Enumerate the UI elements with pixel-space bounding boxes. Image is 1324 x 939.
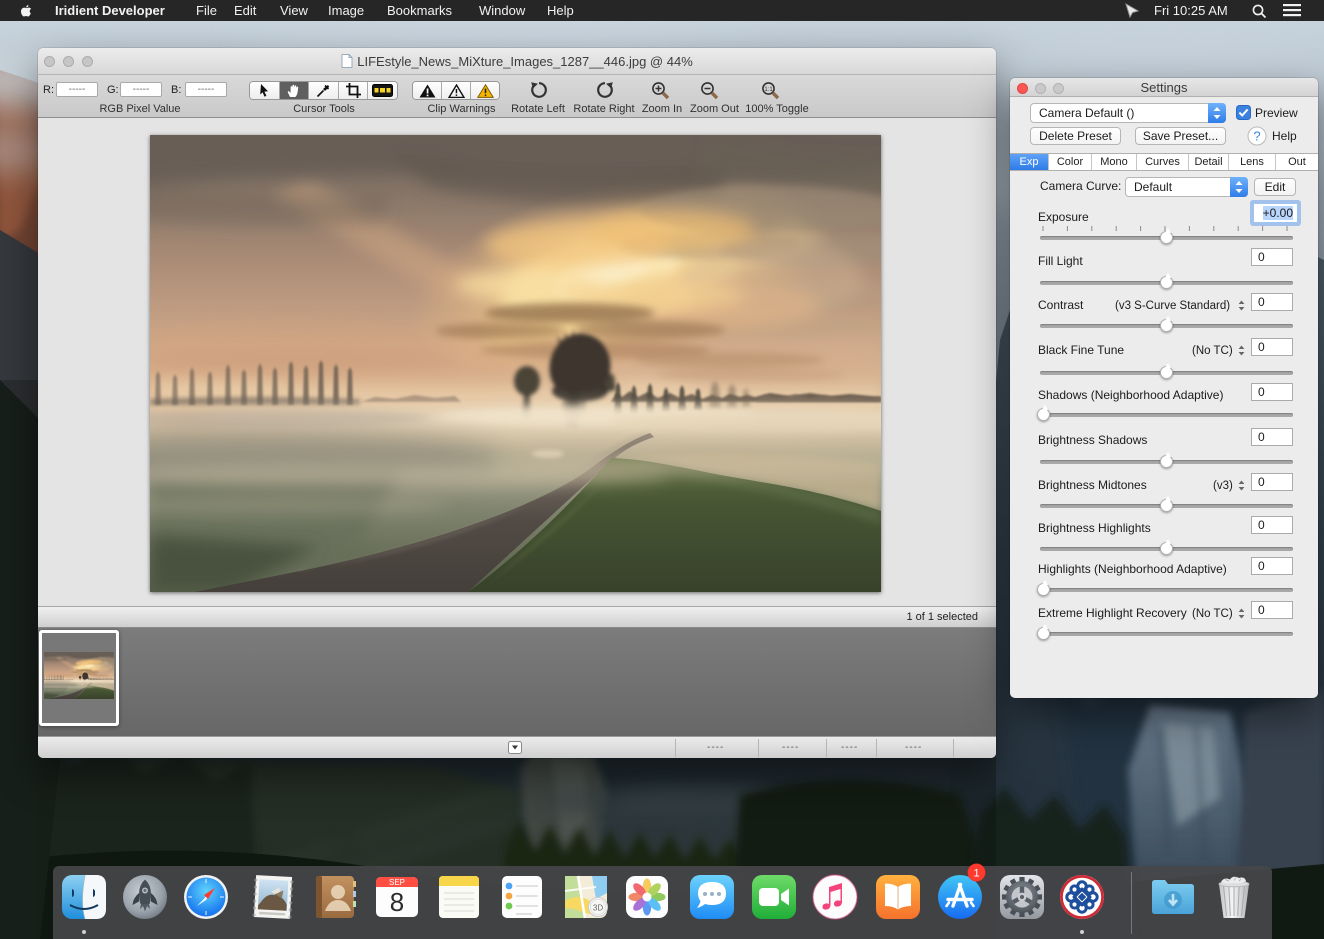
svg-text:SEP: SEP xyxy=(389,878,405,887)
svg-text:1: 1 xyxy=(973,868,979,880)
svg-text:3D: 3D xyxy=(593,904,603,913)
svg-text:?: ? xyxy=(1253,129,1260,144)
svg-text:8: 8 xyxy=(390,887,404,917)
svg-text:1:1: 1:1 xyxy=(764,87,773,93)
